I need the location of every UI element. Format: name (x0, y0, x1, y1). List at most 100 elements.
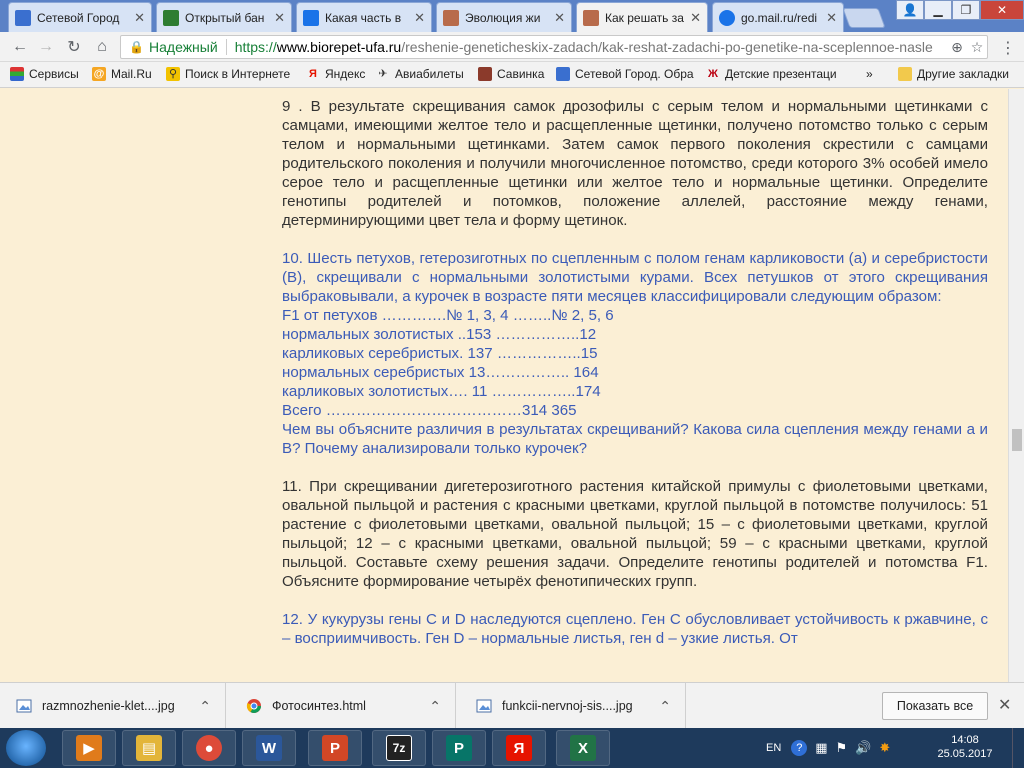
page-scrollbar[interactable] (1008, 89, 1024, 682)
chrome-icon (246, 699, 261, 713)
problem-10-line: нормальных золотистых ..153 ……………..12 (282, 326, 597, 343)
avast-icon[interactable]: ✸ (879, 740, 890, 756)
taskbar-app-media-player[interactable]: ▶ (62, 730, 116, 766)
download-item[interactable]: Фотосинтез.html ⌃ (230, 683, 456, 729)
url-path: /reshenie-geneticheskix-zadach/kak-resha… (401, 39, 933, 55)
volume-icon[interactable]: 🔊 (855, 740, 871, 756)
close-icon[interactable]: ✕ (414, 10, 425, 26)
bookmark-star-icon[interactable]: ☆ (967, 39, 987, 56)
address-bar[interactable]: 🔒 Надежный https://www.biorepet-ufa.ru/r… (120, 35, 988, 59)
taskbar-app-7zip[interactable]: 7z (372, 730, 426, 766)
download-filename: funkcii-nervnoj-sis....jpg (502, 699, 633, 713)
taskbar-app-publisher[interactable]: P (432, 730, 486, 766)
problem-10-line: карликовых серебристых. 137 ……………..15 (282, 345, 598, 362)
download-item[interactable]: razmnozhenie-klet....jpg ⌃ (0, 683, 226, 729)
taskbar-app-yandex[interactable]: Я (492, 730, 546, 766)
bookmark-item[interactable]: Я Яндекс (306, 67, 365, 81)
user-icon[interactable]: 👤 (896, 0, 924, 20)
bank-icon (163, 9, 179, 26)
back-button[interactable]: ← (10, 37, 30, 57)
bookmark-item[interactable]: Другие закладки (898, 67, 1009, 81)
flag-icon[interactable]: ⚑ (836, 740, 848, 756)
chevron-up-icon[interactable]: ⌃ (429, 698, 441, 715)
yandex-icon: Я (309, 68, 317, 80)
home-button[interactable]: ⌂ (92, 37, 112, 57)
clock[interactable]: 14:08 25.05.2017 (930, 733, 1000, 761)
tab-4[interactable]: Как решать за ✕ (576, 2, 708, 32)
maximize-button[interactable]: ❐ (952, 0, 980, 20)
start-button[interactable] (6, 730, 46, 766)
close-icon[interactable]: ✕ (998, 695, 1011, 715)
tab-title: Как решать за (605, 10, 684, 25)
close-icon[interactable]: ✕ (690, 10, 701, 26)
bookmarks-overflow-button[interactable]: » (866, 67, 873, 81)
download-item[interactable]: funkcii-nervnoj-sis....jpg ⌃ (460, 683, 686, 729)
clock-date: 25.05.2017 (937, 748, 993, 760)
problem-10: 10. Шесть петухов, гетерозиготных по сце… (282, 249, 988, 458)
show-all-downloads-button[interactable]: Показать все (882, 692, 988, 720)
taskbar-app-explorer[interactable]: ▤ (122, 730, 176, 766)
reload-button[interactable]: ↻ (64, 37, 84, 57)
bookmark-item[interactable]: Сетевой Город. Обра (556, 67, 694, 81)
apps-icon (10, 67, 24, 81)
close-icon[interactable]: ✕ (826, 10, 837, 26)
tab-1[interactable]: Открытый бан ✕ (156, 2, 292, 32)
search-icon: ⚲ (166, 67, 180, 81)
help-icon[interactable]: ? (791, 740, 808, 756)
tab-0[interactable]: Сетевой Город ✕ (8, 2, 152, 32)
problem-11: 11. При скрещивании дигетерозиготного ра… (282, 478, 988, 590)
show-desktop-button[interactable] (1012, 728, 1024, 768)
tab-title: Сетевой Город (37, 10, 120, 25)
browser-toolbar: ← → ↻ ⌂ 🔒 Надежный https://www.biorepet-… (0, 32, 1024, 62)
bookmark-item[interactable]: @ Mail.Ru (92, 67, 152, 81)
tab-2[interactable]: Какая часть в ✕ (296, 2, 432, 32)
bookmark-item[interactable]: Сервисы (10, 67, 79, 81)
tab-title: Открытый бан (185, 10, 265, 25)
tab-title: Эволюция жи (465, 10, 541, 25)
taskbar-app-powerpoint[interactable]: P (308, 730, 362, 766)
bookmark-item[interactable]: Ж Детские презентаци (706, 67, 837, 81)
plane-icon: ✈ (378, 68, 388, 80)
close-icon[interactable]: ✕ (274, 10, 285, 26)
taskbar-app-excel[interactable]: X (556, 730, 610, 766)
bookmark-item[interactable]: ⚲ Поиск в Интернете (166, 67, 290, 81)
bookmark-label: Другие закладки (917, 67, 1009, 81)
chevron-up-icon[interactable]: ⌃ (199, 698, 211, 715)
tab-5[interactable]: go.mail.ru/redi ✕ (712, 2, 844, 32)
close-icon[interactable]: ✕ (554, 10, 565, 26)
avatar-icon (583, 9, 599, 26)
bookmark-label: Яндекс (325, 67, 366, 81)
chevron-up-icon[interactable]: ⌃ (659, 698, 671, 715)
taskbar-app-word[interactable]: W (242, 730, 296, 766)
yandex-icon: Я (506, 735, 532, 761)
bookmark-label: Mail.Ru (111, 67, 152, 81)
bookmarks-bar: Сервисы @ Mail.Ru ⚲ Поиск в Интернете Я … (0, 62, 1024, 88)
scrollbar-thumb[interactable] (1012, 429, 1022, 451)
close-icon[interactable]: ✕ (134, 10, 145, 26)
network-city-icon (556, 67, 570, 81)
minimize-button[interactable]: ▁ (924, 0, 952, 20)
window-close-button[interactable]: ✕ (980, 0, 1024, 20)
tab-3[interactable]: Эволюция жи ✕ (436, 2, 572, 32)
bookmark-label: Сетевой Город. Обра (575, 67, 694, 81)
bookmark-label: Детские презентаци (725, 67, 837, 81)
folder-icon: ▤ (136, 735, 162, 761)
media-player-icon: ▶ (76, 735, 102, 761)
url-scheme: https:// (234, 39, 277, 55)
forward-button[interactable]: → (36, 37, 56, 57)
network-icon[interactable]: ▦ (815, 740, 827, 756)
new-tab-button[interactable] (842, 8, 886, 28)
taskbar-app-chrome[interactable]: ● (182, 730, 236, 766)
lock-icon[interactable]: 🔒 (129, 40, 144, 54)
language-indicator[interactable]: EN (766, 742, 781, 754)
zoom-icon[interactable]: ⊕ (947, 39, 967, 56)
menu-icon[interactable]: ⋮ (998, 38, 1018, 58)
download-filename: razmnozhenie-klet....jpg (42, 699, 175, 713)
chrome-icon: ● (196, 735, 222, 761)
problem-10-line: карликовых золотистых…. 11 ……………..174 (282, 383, 601, 400)
folder-icon (478, 67, 492, 81)
bookmark-item[interactable]: Савинка (478, 67, 544, 81)
url-text[interactable]: https://www.biorepet-ufa.ru/reshenie-gen… (235, 39, 947, 55)
bookmark-item[interactable]: ✈ Авиабилеты (376, 67, 463, 81)
page-viewport: 9 . В результате скрещивания самок дрозо… (0, 89, 1008, 682)
